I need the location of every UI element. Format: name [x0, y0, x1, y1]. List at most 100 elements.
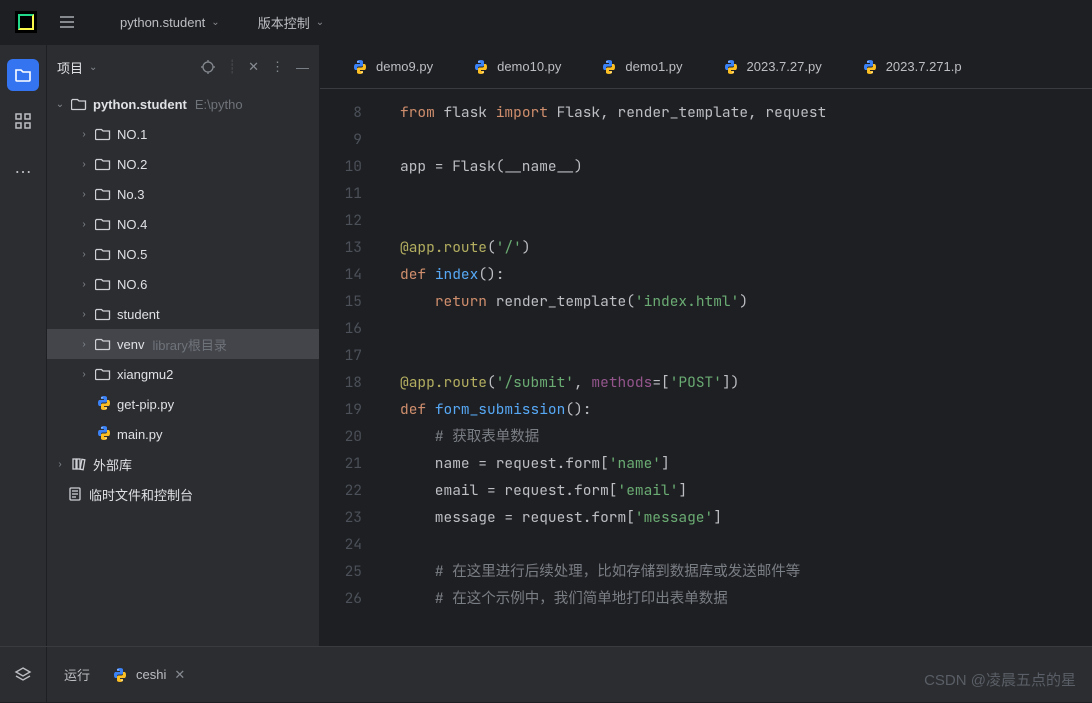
- layers-tool-button[interactable]: [7, 659, 39, 691]
- project-tool-button[interactable]: [7, 59, 39, 91]
- project-selector[interactable]: python.student ⌄: [110, 9, 230, 36]
- tree-item-label: xiangmu2: [117, 367, 173, 382]
- tree-item[interactable]: › NO.2: [47, 149, 319, 179]
- more-icon[interactable]: ⋮: [271, 59, 284, 75]
- code-line[interactable]: [400, 207, 826, 234]
- run-tool-label[interactable]: 运行: [64, 665, 90, 684]
- line-gutter: 891011121314151617181920212223242526: [320, 89, 380, 646]
- editor-tab[interactable]: 2023.7.27.py: [703, 45, 842, 89]
- code-line[interactable]: return render_template('index.html'): [400, 288, 826, 315]
- more-tool-button[interactable]: …: [7, 151, 39, 183]
- code-line[interactable]: email = request.form['email']: [400, 477, 826, 504]
- line-number: 24: [320, 531, 362, 558]
- folder-icon: [95, 306, 113, 322]
- tree-item[interactable]: ›NO.5: [47, 239, 319, 269]
- tree-item[interactable]: main.py: [47, 419, 319, 449]
- line-number: 16: [320, 315, 362, 342]
- close-icon[interactable]: ✕: [248, 59, 259, 75]
- python-icon: [96, 395, 112, 411]
- line-number: 8: [320, 99, 362, 126]
- chevron-down-icon[interactable]: ⌄: [53, 99, 67, 110]
- code-line[interactable]: [400, 180, 826, 207]
- chevron-right-icon[interactable]: ›: [77, 309, 91, 320]
- title-bar: python.student ⌄ 版本控制 ⌄: [0, 0, 1092, 45]
- tree-item[interactable]: ›NO.1: [47, 119, 319, 149]
- folder-icon: [95, 216, 113, 232]
- code-line[interactable]: name = request.form['name']: [400, 450, 826, 477]
- chevron-down-icon: ⌄: [89, 62, 97, 73]
- tree-item[interactable]: ›NO.6: [47, 269, 319, 299]
- code-line[interactable]: [400, 531, 826, 558]
- panel-toolbar: ┊ ✕ ⋮ —: [200, 59, 309, 75]
- tree-item-hint: library根目录: [152, 335, 226, 354]
- code-line[interactable]: def index():: [400, 261, 826, 288]
- line-number: 11: [320, 180, 362, 207]
- project-tree[interactable]: ⌄python.studentE:\pytho›NO.1›NO.2›No.3›N…: [47, 89, 319, 646]
- tree-item-label: main.py: [117, 427, 163, 442]
- minimize-icon[interactable]: —: [296, 60, 309, 75]
- external-libraries[interactable]: ›外部库: [47, 449, 319, 479]
- code-line[interactable]: app = Flask(__name__): [400, 153, 826, 180]
- editor-tab[interactable]: 2023.7.271.p: [842, 45, 982, 89]
- scratches[interactable]: 临时文件和控制台: [47, 479, 319, 509]
- tree-item[interactable]: ›venvlibrary根目录: [47, 329, 319, 359]
- line-number: 20: [320, 423, 362, 450]
- code-line[interactable]: # 获取表单数据: [400, 423, 826, 450]
- close-icon[interactable]: ✕: [174, 667, 185, 683]
- tree-item[interactable]: ›student: [47, 299, 319, 329]
- main-menu-icon[interactable]: [52, 7, 82, 37]
- code-line[interactable]: [400, 126, 826, 153]
- folder-icon: [95, 156, 113, 172]
- editor-area: demo9.pydemo10.pydemo1.py2023.7.27.py202…: [320, 45, 1092, 646]
- tree-item[interactable]: › xiangmu2: [47, 359, 319, 389]
- tree-item[interactable]: ›NO.4: [47, 209, 319, 239]
- run-config-tab[interactable]: ceshi ✕: [102, 661, 195, 689]
- chevron-right-icon[interactable]: ›: [77, 279, 91, 290]
- tree-item-label: get-pip.py: [117, 397, 174, 412]
- editor-tab[interactable]: demo1.py: [581, 45, 702, 89]
- code-line[interactable]: from flask import Flask, render_template…: [400, 99, 826, 126]
- structure-tool-button[interactable]: [7, 105, 39, 137]
- vcs-menu[interactable]: 版本控制 ⌄: [248, 7, 334, 38]
- chevron-right-icon[interactable]: ›: [77, 129, 91, 140]
- tree-item[interactable]: get-pip.py: [47, 389, 319, 419]
- chevron-right-icon[interactable]: ›: [77, 219, 91, 230]
- editor-tab[interactable]: demo9.py: [332, 45, 453, 89]
- line-number: 25: [320, 558, 362, 585]
- chevron-right-icon[interactable]: ›: [77, 249, 91, 260]
- bottom-bar: 运行 ceshi ✕ CSDN @凌晨五点的星: [0, 646, 1092, 702]
- tab-label: 2023.7.27.py: [747, 59, 822, 74]
- line-number: 12: [320, 207, 362, 234]
- code-line[interactable]: def form_submission():: [400, 396, 826, 423]
- code-line[interactable]: @app.route('/submit', methods=['POST']): [400, 369, 826, 396]
- python-icon: [473, 59, 489, 75]
- locate-icon[interactable]: [200, 59, 216, 75]
- tree-item-label: python.student: [93, 97, 187, 112]
- line-number: 17: [320, 342, 362, 369]
- chevron-right-icon[interactable]: ›: [77, 189, 91, 200]
- chevron-right-icon[interactable]: ›: [77, 339, 91, 350]
- code-line[interactable]: # 在这里进行后续处理，比如存储到数据库或发送邮件等: [400, 558, 826, 585]
- folder-icon: [95, 366, 113, 382]
- editor-tab[interactable]: demo10.py: [453, 45, 581, 89]
- code-line[interactable]: [400, 342, 826, 369]
- code-line[interactable]: # 在这个示例中，我们简单地打印出表单数据: [400, 585, 826, 612]
- chevron-right-icon[interactable]: ›: [77, 159, 91, 170]
- panel-title-selector[interactable]: 项目 ⌄: [57, 58, 97, 77]
- line-number: 23: [320, 504, 362, 531]
- tree-item-label: NO.2: [117, 157, 147, 172]
- chevron-right-icon[interactable]: ›: [53, 459, 67, 470]
- line-number: 19: [320, 396, 362, 423]
- vcs-label: 版本控制: [258, 13, 310, 32]
- line-number: 14: [320, 261, 362, 288]
- chevron-right-icon[interactable]: ›: [77, 369, 91, 380]
- code-line[interactable]: @app.route('/'): [400, 234, 826, 261]
- code-content[interactable]: from flask import Flask, render_template…: [380, 89, 826, 646]
- folder-icon: [95, 126, 113, 142]
- tree-root[interactable]: ⌄python.studentE:\pytho: [47, 89, 319, 119]
- code-editor[interactable]: 891011121314151617181920212223242526 fro…: [320, 89, 1092, 646]
- code-line[interactable]: message = request.form['message']: [400, 504, 826, 531]
- code-line[interactable]: [400, 315, 826, 342]
- tree-item[interactable]: ›No.3: [47, 179, 319, 209]
- tab-label: demo10.py: [497, 59, 561, 74]
